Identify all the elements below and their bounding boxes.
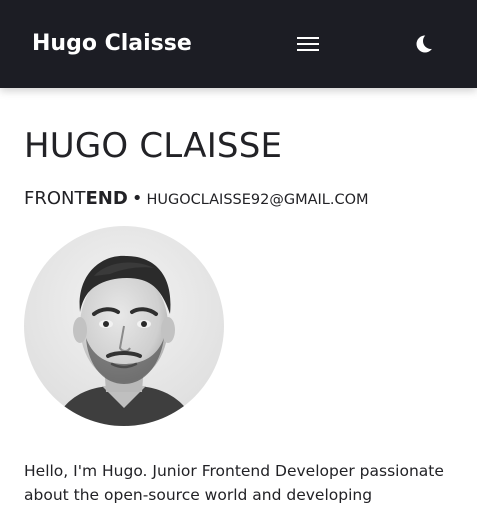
- page-title: HUGO CLAISSE: [24, 126, 283, 166]
- profile-subline: FRONTEND • HUGOCLAISSE92@GMAIL.COM: [24, 184, 369, 214]
- bio-text: Hello, I'm Hugo. Junior Frontend Develop…: [24, 462, 444, 504]
- site-header: Hugo Claisse: [0, 0, 477, 88]
- separator-bullet: •: [131, 188, 143, 209]
- site-brand-link[interactable]: Hugo Claisse: [32, 27, 192, 61]
- hamburger-menu-icon: [297, 37, 319, 51]
- profile-photo: [24, 226, 224, 426]
- menu-button[interactable]: [292, 28, 324, 60]
- avatar: [24, 226, 224, 426]
- role-start: FRONT: [24, 188, 86, 209]
- theme-toggle-button[interactable]: [411, 30, 439, 58]
- email-link[interactable]: HUGOCLAISSE92@GMAIL.COM: [146, 192, 368, 208]
- role-end: END: [85, 188, 128, 209]
- moon-icon: [416, 35, 434, 53]
- role-text: FRONTEND: [24, 188, 128, 209]
